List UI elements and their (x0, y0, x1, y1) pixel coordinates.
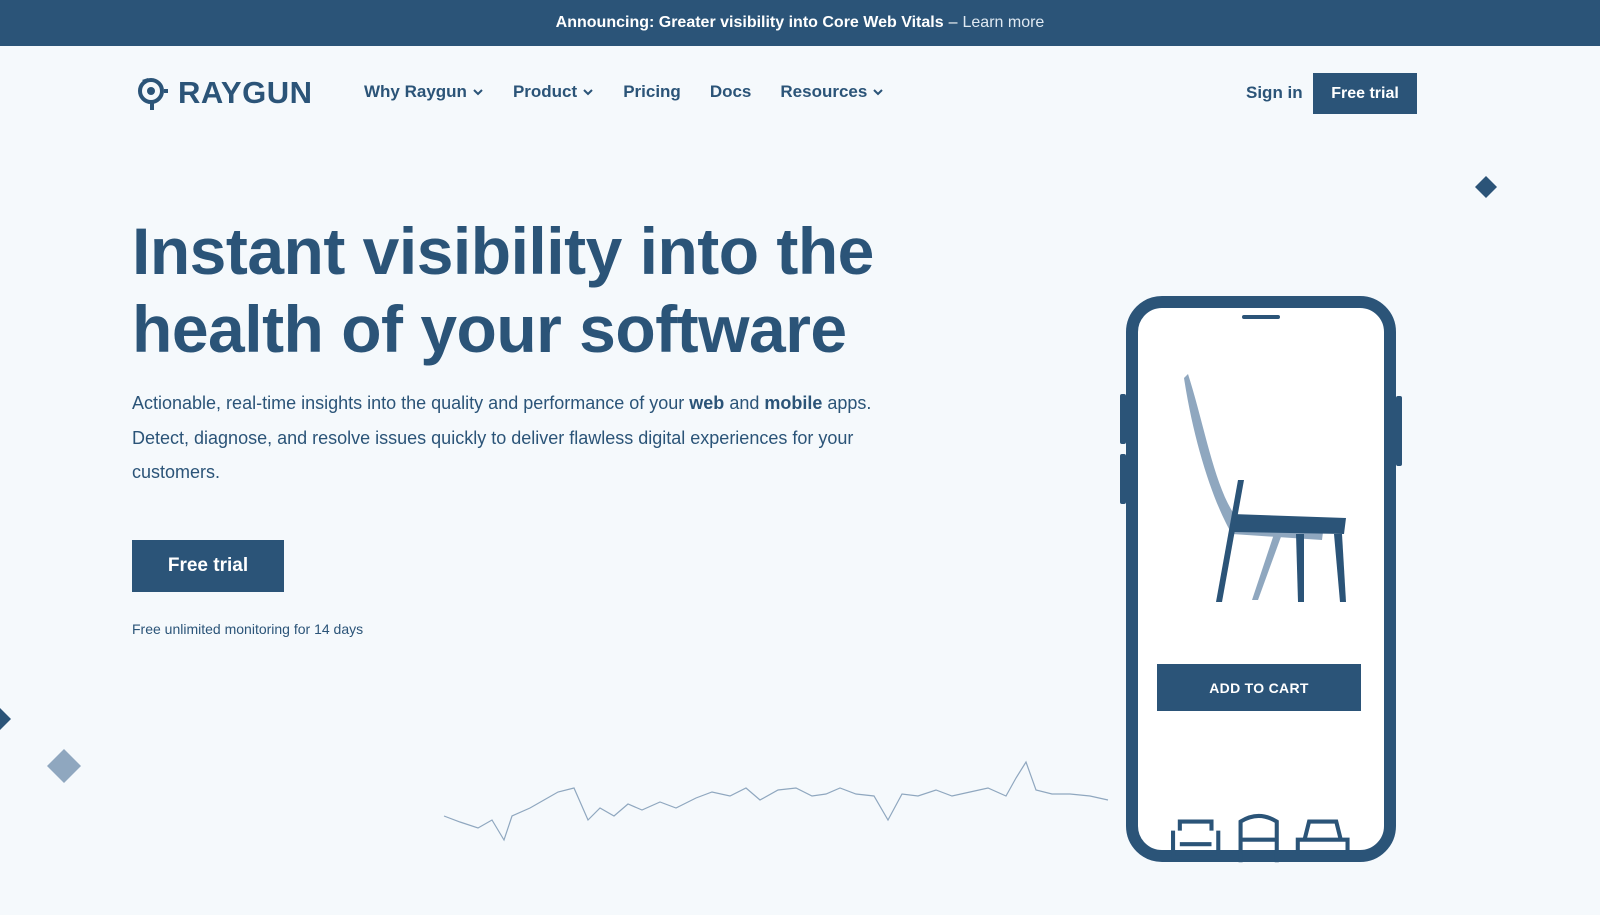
nav-item-label: Why Raygun (364, 82, 467, 101)
nav-menu: Why Raygun Product Pricing Docs Resource… (364, 82, 884, 102)
chair-product-image (1184, 374, 1346, 602)
hero-subtitle-mobile: mobile (764, 393, 823, 413)
nav-free-trial-button[interactable]: Free trial (1313, 73, 1417, 114)
chevron-down-icon (583, 89, 593, 96)
phone-mockup: ADD TO CART (1120, 296, 1402, 863)
hero-title-line-1: Instant visibility into the (132, 214, 874, 288)
hero-subtitle: Actionable, real-time insights into the … (132, 386, 872, 490)
announcement-separator: – (948, 14, 958, 31)
announcement-text: Announcing: Greater visibility into Core… (555, 14, 944, 31)
chevron-down-icon (873, 89, 884, 96)
hero-subtitle-web: web (689, 393, 725, 413)
phone-volume-button (1120, 394, 1126, 444)
phone-tab-bar (1164, 808, 1354, 867)
sign-in-link[interactable]: Sign in (1246, 83, 1303, 103)
nav-item-label: Product (512, 82, 578, 101)
phone-volume-button (1120, 454, 1126, 504)
armchair-icon[interactable] (1164, 808, 1227, 867)
phone-speaker (1242, 315, 1280, 319)
hero-title: Instant visibility into the health of yo… (132, 212, 892, 368)
bed-icon[interactable] (1291, 808, 1354, 867)
logo-wordmark: RAYGUN (178, 75, 313, 110)
raygun-logo-icon (138, 78, 168, 110)
chevron-down-icon (473, 89, 483, 96)
announcement-learn-more-link[interactable]: Learn more (963, 14, 1045, 32)
nav-item-product[interactable]: Product (513, 82, 594, 102)
logo[interactable]: RAYGUN (136, 74, 313, 112)
nav-item-label: Resources (780, 82, 868, 101)
performance-wave-decoration (443, 760, 1109, 842)
diamond-decoration (0, 708, 11, 730)
nav-item-why-raygun[interactable]: Why Raygun (364, 82, 484, 102)
nav-item-pricing[interactable]: Pricing (623, 82, 681, 102)
hero-trial-note: Free unlimited monitoring for 14 days (132, 621, 364, 637)
hero-free-trial-button[interactable]: Free trial (132, 540, 284, 592)
diamond-decoration (1475, 176, 1497, 198)
hero-subtitle-text: and (724, 393, 765, 413)
hero-subtitle-text: Actionable, real-time insights into the … (132, 393, 690, 413)
nav-item-resources[interactable]: Resources (780, 82, 884, 102)
nav-item-label: Docs (709, 82, 752, 101)
add-to-cart-button[interactable]: ADD TO CART (1157, 664, 1361, 711)
diamond-decoration (47, 749, 81, 783)
nav-item-docs[interactable]: Docs (710, 82, 752, 102)
announcement-bar: Announcing: Greater visibility into Core… (0, 0, 1600, 46)
nav-item-label: Pricing (623, 82, 681, 101)
chair-icon[interactable] (1227, 808, 1290, 867)
phone-power-button (1396, 396, 1402, 466)
main-nav: RAYGUN Why Raygun Product Pricing Docs R… (0, 46, 1600, 142)
hero-title-line-2: health of your software (132, 292, 847, 366)
